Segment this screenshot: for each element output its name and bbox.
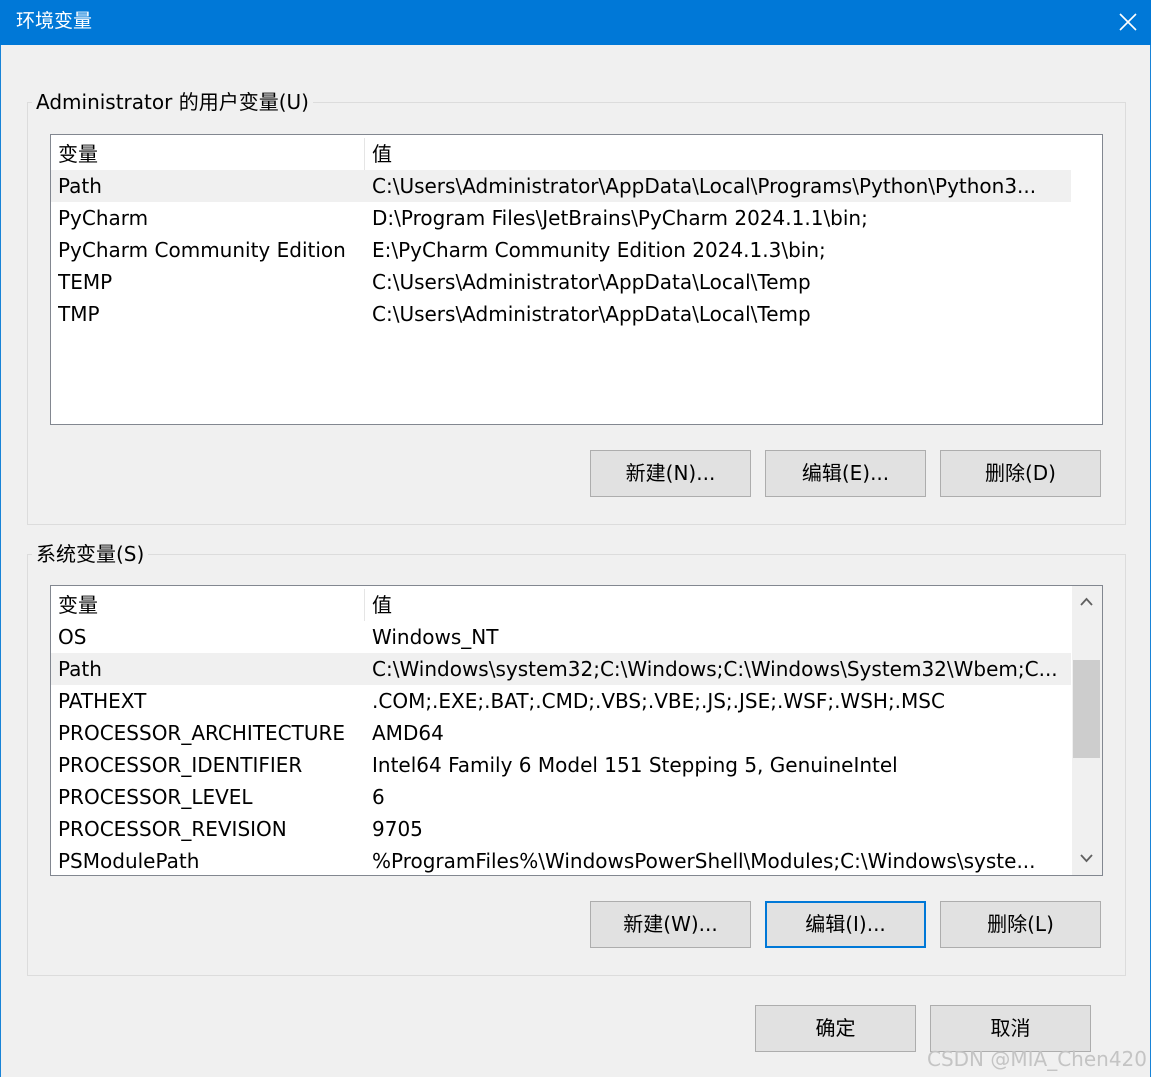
dialog-body: Administrator 的用户变量(U) 变量 值 Path C:\Users… bbox=[0, 45, 1151, 1077]
column-header-variable[interactable]: 变量 bbox=[58, 138, 358, 170]
variable-value-cell: C:\Users\Administrator\AppData\Local\Pro… bbox=[372, 174, 1037, 198]
variable-value-cell: AMD64 bbox=[372, 721, 444, 745]
variable-value-cell: 6 bbox=[372, 785, 385, 809]
variable-value-cell: C:\Users\Administrator\AppData\Local\Tem… bbox=[372, 270, 811, 294]
table-row[interactable]: PROCESSOR_REVISION 9705 bbox=[51, 813, 1071, 845]
variable-name-cell: PROCESSOR_ARCHITECTURE bbox=[58, 721, 346, 745]
variable-name-cell: PyCharm Community Edition bbox=[58, 238, 346, 262]
user-delete-button[interactable]: 删除(D) bbox=[940, 450, 1101, 497]
title-bar: 环境变量 bbox=[0, 0, 1151, 45]
scroll-down-button[interactable] bbox=[1072, 844, 1101, 872]
close-button[interactable] bbox=[1105, 0, 1151, 45]
column-divider[interactable] bbox=[364, 589, 365, 621]
table-row[interactable]: Path C:\Windows\system32;C:\Windows;C:\Wi… bbox=[51, 653, 1071, 685]
variable-name-cell: TMP bbox=[58, 302, 100, 326]
variable-name-cell: TEMP bbox=[58, 270, 113, 294]
variable-value-cell: D:\Program Files\JetBrains\PyCharm 2024.… bbox=[372, 206, 868, 230]
variable-value-cell: E:\PyCharm Community Edition 2024.1.3\bi… bbox=[372, 238, 826, 262]
vertical-scrollbar[interactable] bbox=[1072, 586, 1102, 875]
table-row[interactable]: PyCharm D:\Program Files\JetBrains\PyChar… bbox=[51, 202, 1071, 234]
variable-name-cell: PATHEXT bbox=[58, 689, 147, 713]
variable-value-cell: C:\Users\Administrator\AppData\Local\Tem… bbox=[372, 302, 811, 326]
variable-value-cell: C:\Windows\system32;C:\Windows;C:\Window… bbox=[372, 657, 1058, 681]
table-row[interactable]: Path C:\Users\Administrator\AppData\Local… bbox=[51, 170, 1071, 202]
list-header: 变量 值 bbox=[51, 138, 1071, 170]
variable-name-cell: PROCESSOR_IDENTIFIER bbox=[58, 753, 303, 777]
scroll-thumb[interactable] bbox=[1073, 660, 1100, 758]
table-row[interactable]: TEMP C:\Users\Administrator\AppData\Local… bbox=[51, 266, 1071, 298]
table-row[interactable]: PSModulePath %ProgramFiles%\WindowsPowerS… bbox=[51, 845, 1071, 875]
column-header-value[interactable]: 值 bbox=[372, 138, 1062, 170]
ok-button[interactable]: 确定 bbox=[755, 1005, 916, 1052]
user-vars-legend: Administrator 的用户变量(U) bbox=[32, 89, 313, 115]
user-edit-button[interactable]: 编辑(E)... bbox=[765, 450, 926, 497]
system-new-button[interactable]: 新建(W)... bbox=[590, 901, 751, 948]
table-row[interactable]: PATHEXT .COM;.EXE;.BAT;.CMD;.VBS;.VBE;.JS… bbox=[51, 685, 1071, 717]
column-header-value[interactable]: 值 bbox=[372, 589, 1062, 621]
table-row[interactable]: PyCharm Community Edition E:\PyCharm Comm… bbox=[51, 234, 1071, 266]
variable-value-cell: .COM;.EXE;.BAT;.CMD;.VBS;.VBE;.JS;.JSE;.… bbox=[372, 689, 945, 713]
scroll-up-button[interactable] bbox=[1072, 588, 1101, 616]
system-vars-list[interactable]: 变量 值 OS Windows_NT Path C:\Windows\system32… bbox=[50, 585, 1103, 876]
variable-name-cell: OS bbox=[58, 625, 87, 649]
chevron-up-icon bbox=[1080, 597, 1093, 606]
table-row[interactable]: TMP C:\Users\Administrator\AppData\Local\… bbox=[51, 298, 1071, 330]
variable-name-cell: PROCESSOR_LEVEL bbox=[58, 785, 253, 809]
chevron-down-icon bbox=[1080, 854, 1093, 863]
system-edit-button[interactable]: 编辑(I)... bbox=[765, 901, 926, 948]
watermark: CSDN @MIA_Chen420 bbox=[926, 1047, 1147, 1071]
variable-value-cell: %ProgramFiles%\WindowsPowerShell\Modules… bbox=[372, 849, 1036, 873]
column-header-variable[interactable]: 变量 bbox=[58, 589, 358, 621]
system-vars-legend: 系统变量(S) bbox=[32, 541, 149, 567]
variable-value-cell: Intel64 Family 6 Model 151 Stepping 5, G… bbox=[372, 753, 898, 777]
table-row[interactable]: PROCESSOR_ARCHITECTURE AMD64 bbox=[51, 717, 1071, 749]
variable-name-cell: Path bbox=[58, 657, 102, 681]
user-vars-list[interactable]: 变量 值 Path C:\Users\Administrator\AppData\… bbox=[50, 134, 1103, 425]
variable-value-cell: 9705 bbox=[372, 817, 423, 841]
close-icon bbox=[1119, 13, 1137, 31]
variable-name-cell: Path bbox=[58, 174, 102, 198]
column-divider[interactable] bbox=[364, 138, 365, 170]
cancel-button[interactable]: 取消 bbox=[930, 1005, 1091, 1052]
variable-name-cell: PROCESSOR_REVISION bbox=[58, 817, 287, 841]
user-new-button[interactable]: 新建(N)... bbox=[590, 450, 751, 497]
variable-name-cell: PyCharm bbox=[58, 206, 149, 230]
table-row[interactable]: PROCESSOR_IDENTIFIER Intel64 Family 6 Mod… bbox=[51, 749, 1071, 781]
table-row[interactable]: PROCESSOR_LEVEL 6 bbox=[51, 781, 1071, 813]
window-title: 环境变量 bbox=[16, 10, 93, 32]
variable-name-cell: PSModulePath bbox=[58, 849, 200, 873]
table-row[interactable]: OS Windows_NT bbox=[51, 621, 1071, 653]
list-header: 变量 值 bbox=[51, 589, 1071, 621]
variable-value-cell: Windows_NT bbox=[372, 625, 499, 649]
system-delete-button[interactable]: 删除(L) bbox=[940, 901, 1101, 948]
